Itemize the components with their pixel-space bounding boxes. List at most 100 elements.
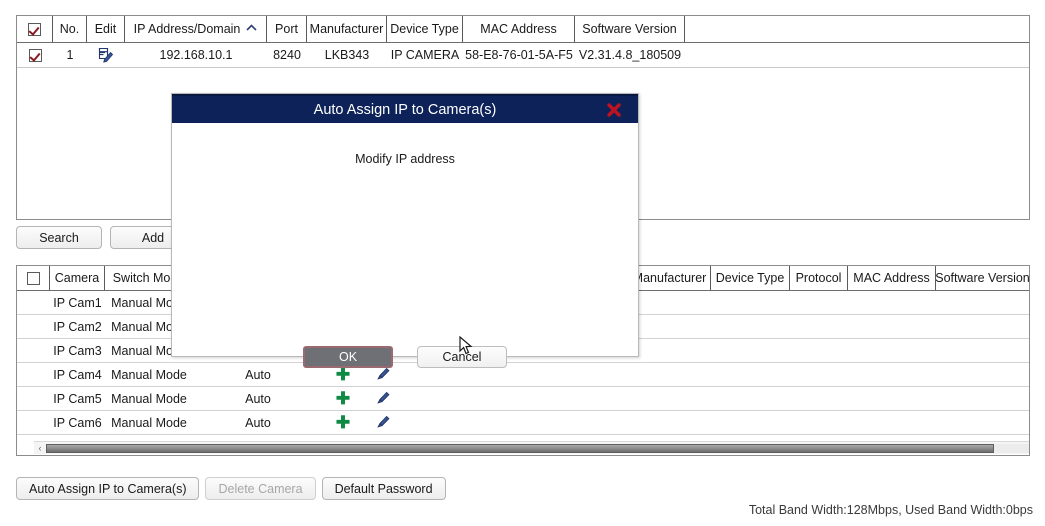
channel-row-camera: IP Cam5	[53, 391, 102, 406]
channel-select-all-checkbox[interactable]	[26, 271, 40, 285]
channel-row-checkbox-cell[interactable]	[17, 363, 50, 386]
channel-table-col-mac[interactable]: MAC Address	[848, 266, 936, 290]
device-table-col-edit[interactable]: Edit	[87, 16, 125, 42]
device-row-edit-cell[interactable]	[87, 43, 125, 67]
channel-row-mac	[848, 315, 936, 338]
device-row-no: 1	[66, 48, 74, 62]
channel-row-add-cell[interactable]: ✚	[323, 411, 363, 434]
edit-document-pencil-icon[interactable]	[98, 47, 114, 63]
channel-row-manufacturer	[629, 291, 711, 314]
channel-row-ip-mode: Auto	[245, 415, 271, 430]
channel-row-switch-mode[interactable]: Manual Mode	[105, 411, 193, 434]
device-table-col-mac[interactable]: MAC Address	[463, 16, 575, 42]
auto-assign-ip-button[interactable]: Auto Assign IP to Camera(s)	[16, 477, 200, 500]
device-table-col-port[interactable]: Port	[267, 16, 307, 42]
device-row-checkbox-cell[interactable]	[17, 43, 53, 67]
device-table-header-row: No. Edit IP Address/Domain Port Manufact…	[17, 16, 1029, 43]
dialog-title: Auto Assign IP to Camera(s)	[313, 101, 497, 118]
channel-row-device-type	[711, 291, 790, 314]
channel-row-device-type	[711, 387, 790, 410]
channel-row-protocol	[790, 315, 848, 338]
device-row-port: 8240	[273, 48, 301, 62]
channel-row-switch-mode[interactable]: Manual Mode	[105, 387, 193, 410]
channel-row-manufacturer	[629, 363, 711, 386]
channel-row-blank	[403, 411, 629, 434]
channel-row-mac	[848, 291, 936, 314]
channel-row-edit-cell[interactable]	[363, 411, 403, 434]
pencil-icon[interactable]	[376, 390, 391, 408]
dialog-cancel-button[interactable]: Cancel	[417, 346, 507, 368]
device-row-ip: 192.168.10.1	[159, 48, 233, 62]
device-row-spacer	[685, 43, 1029, 67]
channel-row-camera: IP Cam6	[53, 415, 102, 430]
channel-row-edit-cell[interactable]	[363, 387, 403, 410]
select-all-checkbox[interactable]	[28, 22, 41, 36]
channel-row-checkbox-cell[interactable]	[17, 291, 50, 314]
channel-row-device-type	[711, 411, 790, 434]
channel-row-camera: IP Cam4	[53, 367, 102, 382]
default-password-button[interactable]: Default Password	[321, 477, 446, 500]
channel-table-col-software-version[interactable]: Software Version	[936, 266, 1029, 290]
dialog-ok-button[interactable]: OK	[303, 346, 393, 368]
device-table-select-all-header[interactable]	[17, 16, 53, 42]
channel-table-horizontal-scrollbar[interactable]: ‹ ›	[34, 441, 1029, 454]
device-table-col-no[interactable]: No.	[53, 16, 87, 42]
table-row[interactable]: IP Cam6 Manual Mode Auto ✚	[17, 411, 1029, 435]
device-row-mac: 58-E8-76-01-5A-F5	[465, 48, 573, 62]
pencil-icon[interactable]	[376, 414, 391, 432]
channel-table-col-device-type[interactable]: Device Type	[711, 266, 790, 290]
channel-row-camera: IP Cam2	[53, 319, 102, 334]
delete-camera-button[interactable]: Delete Camera	[205, 477, 316, 500]
channel-row-checkbox-cell[interactable]	[17, 411, 50, 434]
channel-row-manufacturer	[629, 339, 711, 362]
device-table-col-device-type[interactable]: Device Type	[387, 16, 463, 42]
device-table-col-ip[interactable]: IP Address/Domain	[125, 16, 267, 42]
device-table-col-spacer	[685, 16, 1029, 42]
sort-ascending-icon	[246, 23, 257, 35]
device-row-software-version: V2.31.4.8_180509	[578, 48, 682, 62]
channel-row-mac	[848, 339, 936, 362]
channel-row-device-type	[711, 363, 790, 386]
close-x-icon[interactable]	[606, 102, 622, 118]
channel-row-software-version	[936, 387, 1029, 410]
search-button[interactable]: Search	[16, 226, 102, 249]
plus-icon[interactable]: ✚	[336, 366, 350, 383]
device-table-col-ip-label: IP Address/Domain	[133, 22, 241, 36]
channel-table-select-all-header[interactable]	[17, 266, 50, 290]
chevron-up-icon	[246, 23, 257, 31]
device-row-manufacturer: LKB343	[324, 48, 370, 62]
pencil-icon[interactable]	[376, 366, 391, 384]
channel-row-mac	[848, 387, 936, 410]
channel-row-software-version	[936, 291, 1029, 314]
channel-row-protocol	[790, 363, 848, 386]
channel-table-col-camera[interactable]: Camera	[50, 266, 105, 290]
auto-assign-ip-dialog: Auto Assign IP to Camera(s) Modify IP ad…	[171, 93, 639, 368]
scrollbar-thumb[interactable]	[46, 443, 995, 453]
channel-row-camera: IP Cam1	[53, 295, 102, 310]
row-select-checkbox[interactable]	[28, 48, 42, 62]
dialog-titlebar: Auto Assign IP to Camera(s)	[172, 94, 638, 123]
channel-table-actions: Auto Assign IP to Camera(s) Delete Camer…	[16, 477, 446, 500]
channel-table-col-manufacturer[interactable]: Manufacturer	[629, 266, 711, 290]
channel-row-add-cell[interactable]: ✚	[323, 387, 363, 410]
channel-row-ip-mode: Auto	[245, 391, 271, 406]
dialog-message: Modify IP address	[355, 152, 455, 166]
dialog-actions: OK Cancel	[172, 346, 638, 368]
dialog-body: Modify IP address OK Cancel	[172, 123, 638, 368]
scroll-left-arrow-icon[interactable]: ‹	[34, 443, 46, 453]
channel-row-checkbox-cell[interactable]	[17, 387, 50, 410]
plus-icon[interactable]: ✚	[336, 414, 350, 431]
channel-row-device-type	[711, 339, 790, 362]
channel-row-software-version	[936, 315, 1029, 338]
device-table-row[interactable]: 1 192.168.10.1 8240 LKB343 IP CAMERA 58-…	[17, 43, 1029, 68]
scrollbar-track[interactable]	[46, 443, 1029, 453]
channel-table-col-protocol[interactable]: Protocol	[790, 266, 848, 290]
plus-icon[interactable]: ✚	[336, 390, 350, 407]
channel-row-software-version	[936, 411, 1029, 434]
channel-row-checkbox-cell[interactable]	[17, 315, 50, 338]
channel-row-checkbox-cell[interactable]	[17, 339, 50, 362]
device-table-col-software-version[interactable]: Software Version	[575, 16, 685, 42]
table-row[interactable]: IP Cam5 Manual Mode Auto ✚	[17, 387, 1029, 411]
channel-row-protocol	[790, 339, 848, 362]
device-table-col-manufacturer[interactable]: Manufacturer	[307, 16, 387, 42]
